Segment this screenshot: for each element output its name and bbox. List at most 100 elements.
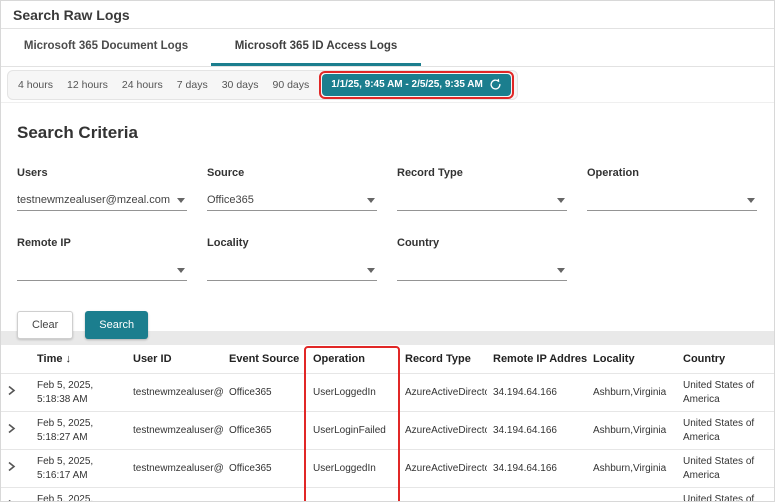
locality-select[interactable] [207, 261, 377, 281]
cell-country: United States of America [677, 450, 774, 488]
record-type-select[interactable] [397, 191, 567, 211]
remote-ip-label: Remote IP [17, 237, 187, 249]
dropdown-caret-icon [557, 198, 565, 203]
time-preset-12-hours[interactable]: 12 hours [60, 71, 115, 99]
time-range-bar: 4 hours 12 hours 24 hours 7 days 30 days… [1, 67, 774, 103]
dropdown-caret-icon [367, 268, 375, 273]
cell-country: United States of America [677, 374, 774, 412]
cell-event-source: Office365 [223, 412, 307, 450]
col-header-remote-ip[interactable]: Remote IP Address [487, 345, 587, 374]
cell-remote-ip: 34.194.64.166 [487, 374, 587, 412]
expand-cell [1, 374, 31, 412]
cell-operation: UserLoggedIn [307, 450, 399, 488]
operation-select[interactable] [587, 191, 757, 211]
cell-remote-ip: 34.194.64.166 [487, 488, 587, 502]
cell-record-type: AzureActiveDirectorySts [399, 450, 487, 488]
cell-time: Feb 5, 2025, 5:16:17 AM [31, 450, 127, 488]
col-header-time-label: Time [37, 353, 62, 365]
cell-operation: UserLoginFailed [307, 412, 399, 450]
cell-locality: Ashburn,Virginia [587, 450, 677, 488]
col-header-time[interactable]: Time↓ [31, 345, 127, 374]
table-row[interactable]: Feb 5, 2025, 5:16:17 AM testnewmzealuser… [1, 450, 774, 488]
tab-id-access-logs[interactable]: Microsoft 365 ID Access Logs [211, 29, 421, 66]
results-table-section: Time↓ User ID Event Source Operation Rec… [1, 345, 774, 502]
custom-date-range-button[interactable]: 1/1/25, 9:45 AM - 2/5/25, 9:35 AM [322, 74, 511, 96]
field-spacer [587, 237, 757, 281]
operation-label: Operation [587, 167, 757, 179]
cell-locality: Ashburn,Virginia [587, 488, 677, 502]
sort-descending-icon[interactable]: ↓ [65, 353, 71, 365]
cell-user-id: testnewmzealuser@mze [127, 488, 223, 502]
col-header-record-type[interactable]: Record Type [399, 345, 487, 374]
time-preset-90-days[interactable]: 90 days [266, 71, 317, 99]
annotation-box-date-range: 1/1/25, 9:45 AM - 2/5/25, 9:35 AM [319, 71, 514, 99]
cell-remote-ip: 34.194.64.166 [487, 412, 587, 450]
field-remote-ip: Remote IP [17, 237, 187, 281]
time-preset-24-hours[interactable]: 24 hours [115, 71, 170, 99]
col-header-event-source[interactable]: Event Source [223, 345, 307, 374]
field-operation: Operation [587, 167, 757, 211]
dropdown-caret-icon [557, 268, 565, 273]
field-record-type: Record Type [397, 167, 567, 211]
field-country: Country [397, 237, 567, 281]
cell-time: Feb 5, 2025, 5:16:12 AM [31, 488, 127, 502]
source-select[interactable]: Office365 [207, 191, 377, 211]
cell-country: United States of America [677, 488, 774, 502]
col-header-operation[interactable]: Operation [307, 345, 399, 374]
remote-ip-select[interactable] [17, 261, 187, 281]
cell-user-id: testnewmzealuser@mze [127, 374, 223, 412]
record-type-label: Record Type [397, 167, 567, 179]
expand-column-header [1, 345, 31, 374]
results-table: Time↓ User ID Event Source Operation Rec… [1, 345, 774, 502]
source-label: Source [207, 167, 377, 179]
dropdown-caret-icon [177, 268, 185, 273]
custom-date-range-label: 1/1/25, 9:45 AM - 2/5/25, 9:35 AM [331, 79, 483, 90]
row-expand-chevron-icon[interactable] [7, 423, 16, 434]
page-title: Search Raw Logs [13, 7, 130, 23]
users-select-value: testnewmzealuser@mzeal.com [17, 194, 170, 206]
table-header-row: Time↓ User ID Event Source Operation Rec… [1, 345, 774, 374]
col-header-country[interactable]: Country [677, 345, 774, 374]
table-row[interactable]: Feb 5, 2025, 5:18:38 AM testnewmzealuser… [1, 374, 774, 412]
col-header-locality[interactable]: Locality [587, 345, 677, 374]
search-criteria-heading: Search Criteria [17, 123, 758, 143]
row-expand-chevron-icon[interactable] [7, 385, 16, 396]
time-preset-30-days[interactable]: 30 days [215, 71, 266, 99]
table-row[interactable]: Feb 5, 2025, 5:16:12 AM testnewmzealuser… [1, 488, 774, 502]
dropdown-caret-icon [177, 198, 185, 203]
cell-record-type: AzureActiveDirectorySts [399, 412, 487, 450]
country-label: Country [397, 237, 567, 249]
expand-cell [1, 412, 31, 450]
country-select[interactable] [397, 261, 567, 281]
cell-record-type: AzureActiveDirectorySts [399, 374, 487, 412]
cell-record-type: AzureActiveDirectorySts [399, 488, 487, 502]
time-range-group: 4 hours 12 hours 24 hours 7 days 30 days… [7, 70, 518, 100]
clear-button[interactable]: Clear [17, 311, 73, 339]
search-raw-logs-window: Search Raw Logs Microsoft 365 Document L… [0, 0, 775, 502]
row-expand-chevron-icon[interactable] [7, 461, 16, 472]
dropdown-caret-icon [747, 198, 755, 203]
field-source: Source Office365 [207, 167, 377, 211]
cell-user-id: testnewmzealuser@mze [127, 412, 223, 450]
time-preset-4-hours[interactable]: 4 hours [11, 71, 60, 99]
cell-user-id: testnewmzealuser@mze [127, 450, 223, 488]
time-preset-7-days[interactable]: 7 days [170, 71, 215, 99]
field-locality: Locality [207, 237, 377, 281]
tab-document-logs[interactable]: Microsoft 365 Document Logs [1, 29, 211, 66]
cell-operation: UserLoggedIn [307, 374, 399, 412]
cell-country: United States of America [677, 412, 774, 450]
cell-time: Feb 5, 2025, 5:18:38 AM [31, 374, 127, 412]
criteria-fields-row-2: Remote IP Locality Country [17, 237, 758, 281]
refresh-clock-icon [489, 78, 502, 91]
cell-event-source: Office365 [223, 450, 307, 488]
table-row[interactable]: Feb 5, 2025, 5:18:27 AM testnewmzealuser… [1, 412, 774, 450]
users-select[interactable]: testnewmzealuser@mzeal.com [17, 191, 187, 211]
cell-operation: UserLoginFailed [307, 488, 399, 502]
search-criteria-section: Search Criteria Users testnewmzealuser@m… [1, 103, 774, 331]
cell-locality: Ashburn,Virginia [587, 412, 677, 450]
col-header-user-id[interactable]: User ID [127, 345, 223, 374]
log-type-tabs: Microsoft 365 Document Logs Microsoft 36… [1, 29, 774, 67]
source-select-value: Office365 [207, 194, 254, 206]
search-button[interactable]: Search [85, 311, 148, 339]
page-header: Search Raw Logs [1, 1, 774, 29]
